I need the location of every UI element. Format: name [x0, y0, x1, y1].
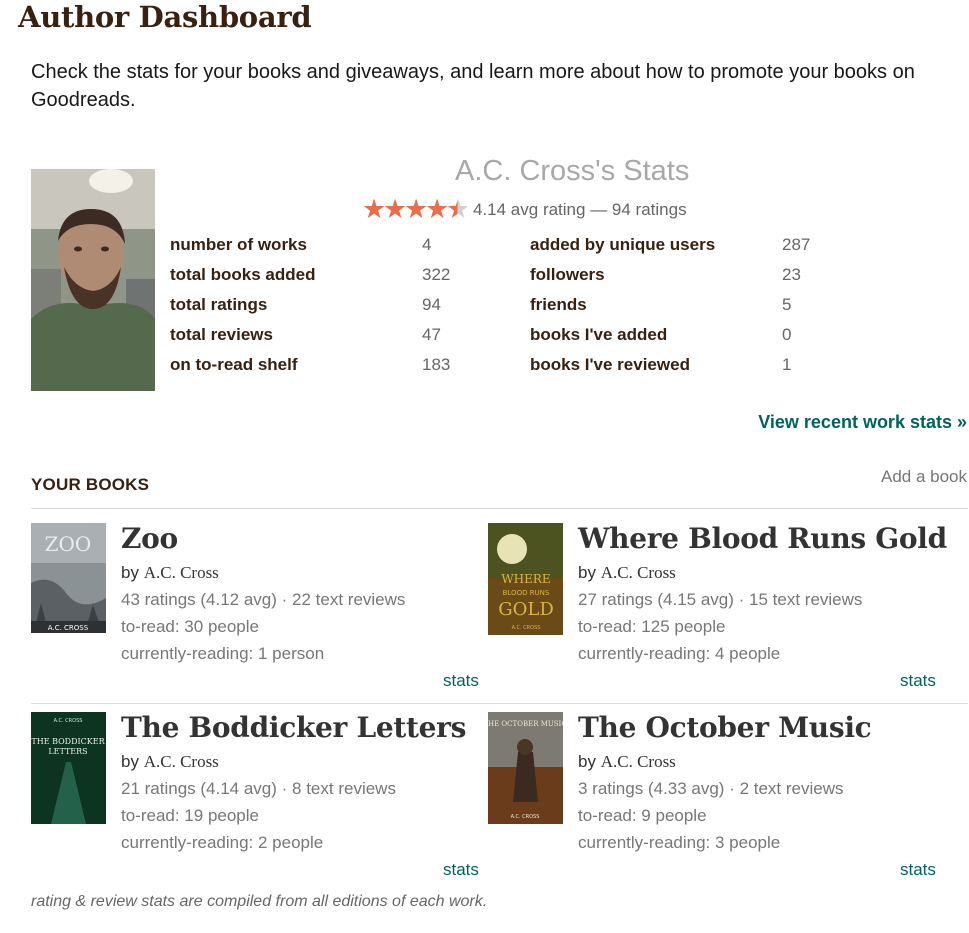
page-title: Author Dashboard: [18, 0, 312, 34]
stat-value-works: 4: [422, 235, 432, 254]
stat-label-friends: friends: [530, 295, 587, 314]
cover-text: LETTERS: [48, 747, 87, 756]
book-stats-link[interactable]: stats: [443, 860, 479, 880]
author-link[interactable]: A.C. Cross: [144, 563, 219, 582]
stat-value-unique-users: 287: [782, 235, 811, 254]
book-title-zoo[interactable]: Zoo: [121, 522, 178, 555]
rating-stars: ★ ★ ★ ★ ★: [362, 194, 471, 224]
stat-label-books-ive-added: books I've added: [530, 325, 668, 344]
stat-value-ratings: 94: [422, 295, 441, 314]
stat-label-books-added: total books added: [170, 265, 316, 284]
by-label: by: [578, 752, 596, 771]
book-title-the-boddicker-letters[interactable]: The Boddicker Letters: [121, 711, 466, 744]
star-icon: ★: [362, 194, 387, 224]
book-title-the-october-music[interactable]: The October Music: [578, 711, 872, 744]
cover-text: BLOOD RUNS: [503, 589, 550, 597]
book-title-where-blood-runs-gold[interactable]: Where Blood Runs Gold: [578, 522, 947, 555]
cover-text: A.C. CROSS: [54, 718, 83, 724]
author-photo[interactable]: [31, 169, 155, 391]
stat-label-unique-users: added by unique users: [530, 235, 716, 254]
book-currently-reading: currently-reading: 4 people: [578, 644, 781, 663]
cover-text: WHERE: [501, 572, 550, 586]
book-currently-reading: currently-reading: 1 person: [121, 644, 325, 663]
book-byline: by A.C. Cross: [578, 752, 676, 772]
stat-value-reviews: 47: [422, 325, 441, 344]
row-divider: [31, 703, 968, 704]
avg-rating-text: 4.14 avg rating — 94 ratings: [473, 199, 687, 219]
author-link[interactable]: A.C. Cross: [601, 752, 676, 771]
intro-text: Check the stats for your books and givea…: [31, 61, 915, 111]
book-cover-zoo[interactable]: ZOO A.C. CROSS: [31, 523, 106, 633]
book-byline: by A.C. Cross: [121, 752, 219, 772]
book-to-read: to-read: 9 people: [578, 806, 707, 825]
stat-label-books-ive-reviewed: books I've reviewed: [530, 355, 690, 374]
stat-value-books-ive-reviewed: 1: [782, 355, 792, 374]
book-currently-reading: currently-reading: 3 people: [578, 833, 781, 852]
author-link[interactable]: A.C. Cross: [144, 752, 219, 771]
by-label: by: [121, 563, 139, 582]
book-ratings: 3 ratings (4.33 avg) · 2 text reviews: [578, 779, 844, 798]
cover-text: GOLD: [498, 599, 554, 620]
stat-value-friends: 5: [782, 295, 792, 314]
book-cover-the-october-music[interactable]: THE OCTOBER MUSIC A.C. CROSS: [488, 712, 563, 824]
add-book-link[interactable]: Add a book: [881, 467, 967, 487]
book-to-read: to-read: 19 people: [121, 806, 259, 825]
book-ratings: 21 ratings (4.14 avg) · 8 text reviews: [121, 779, 396, 798]
book-to-read: to-read: 125 people: [578, 617, 726, 636]
book-byline: by A.C. Cross: [121, 563, 219, 583]
book-cover-the-boddicker-letters[interactable]: A.C. CROSS THE BODDICKER LETTERS: [31, 712, 106, 824]
avg-rating-line: ★ ★ ★ ★ ★ 4.14 avg rating — 94 ratings: [362, 196, 687, 223]
star-icon: ★: [425, 194, 450, 224]
stat-label-followers: followers: [530, 265, 605, 284]
author-link[interactable]: A.C. Cross: [601, 563, 676, 582]
your-books-heading: YOUR BOOKS: [31, 475, 150, 494]
stat-value-to-read: 183: [422, 355, 451, 374]
stat-label-works: number of works: [170, 235, 307, 254]
star-icon: ★: [383, 194, 408, 224]
stats-footnote: rating & review stats are compiled from …: [31, 893, 488, 910]
cover-byline: A.C. CROSS: [511, 814, 540, 820]
book-to-read: to-read: 30 people: [121, 617, 259, 636]
stat-value-books-added: 322: [422, 265, 451, 284]
book-cover-where-blood-runs-gold[interactable]: WHERE BLOOD RUNS GOLD A.C. CROSS: [488, 523, 563, 635]
cover-text: THE OCTOBER MUSIC: [488, 720, 563, 728]
star-icon: ★: [404, 194, 429, 224]
stat-label-reviews: total reviews: [170, 325, 273, 344]
stat-value-books-ive-added: 0: [782, 325, 792, 344]
book-ratings: 27 ratings (4.15 avg) · 15 text reviews: [578, 590, 863, 609]
book-stats-link[interactable]: stats: [900, 671, 936, 691]
book-ratings: 43 ratings (4.12 avg) · 22 text reviews: [121, 590, 406, 609]
cover-byline: A.C. CROSS: [512, 625, 541, 631]
half-star-icon: ★: [446, 194, 471, 224]
book-byline: by A.C. Cross: [578, 563, 676, 583]
author-stats-title: A.C. Cross's Stats: [455, 155, 690, 187]
by-label: by: [578, 563, 596, 582]
stat-label-ratings: total ratings: [170, 295, 268, 314]
book-currently-reading: currently-reading: 2 people: [121, 833, 324, 852]
by-label: by: [121, 752, 139, 771]
stat-value-followers: 23: [782, 265, 801, 284]
cover-byline: A.C. CROSS: [48, 624, 89, 632]
book-stats-link[interactable]: stats: [443, 671, 479, 691]
book-stats-link[interactable]: stats: [900, 860, 936, 880]
cover-letter: ZOO: [45, 532, 92, 556]
cover-text: THE BODDICKER: [31, 737, 105, 746]
stat-label-to-read: on to-read shelf: [170, 355, 298, 374]
section-divider: [31, 508, 968, 509]
view-recent-work-stats-link[interactable]: View recent work stats »: [758, 412, 967, 433]
